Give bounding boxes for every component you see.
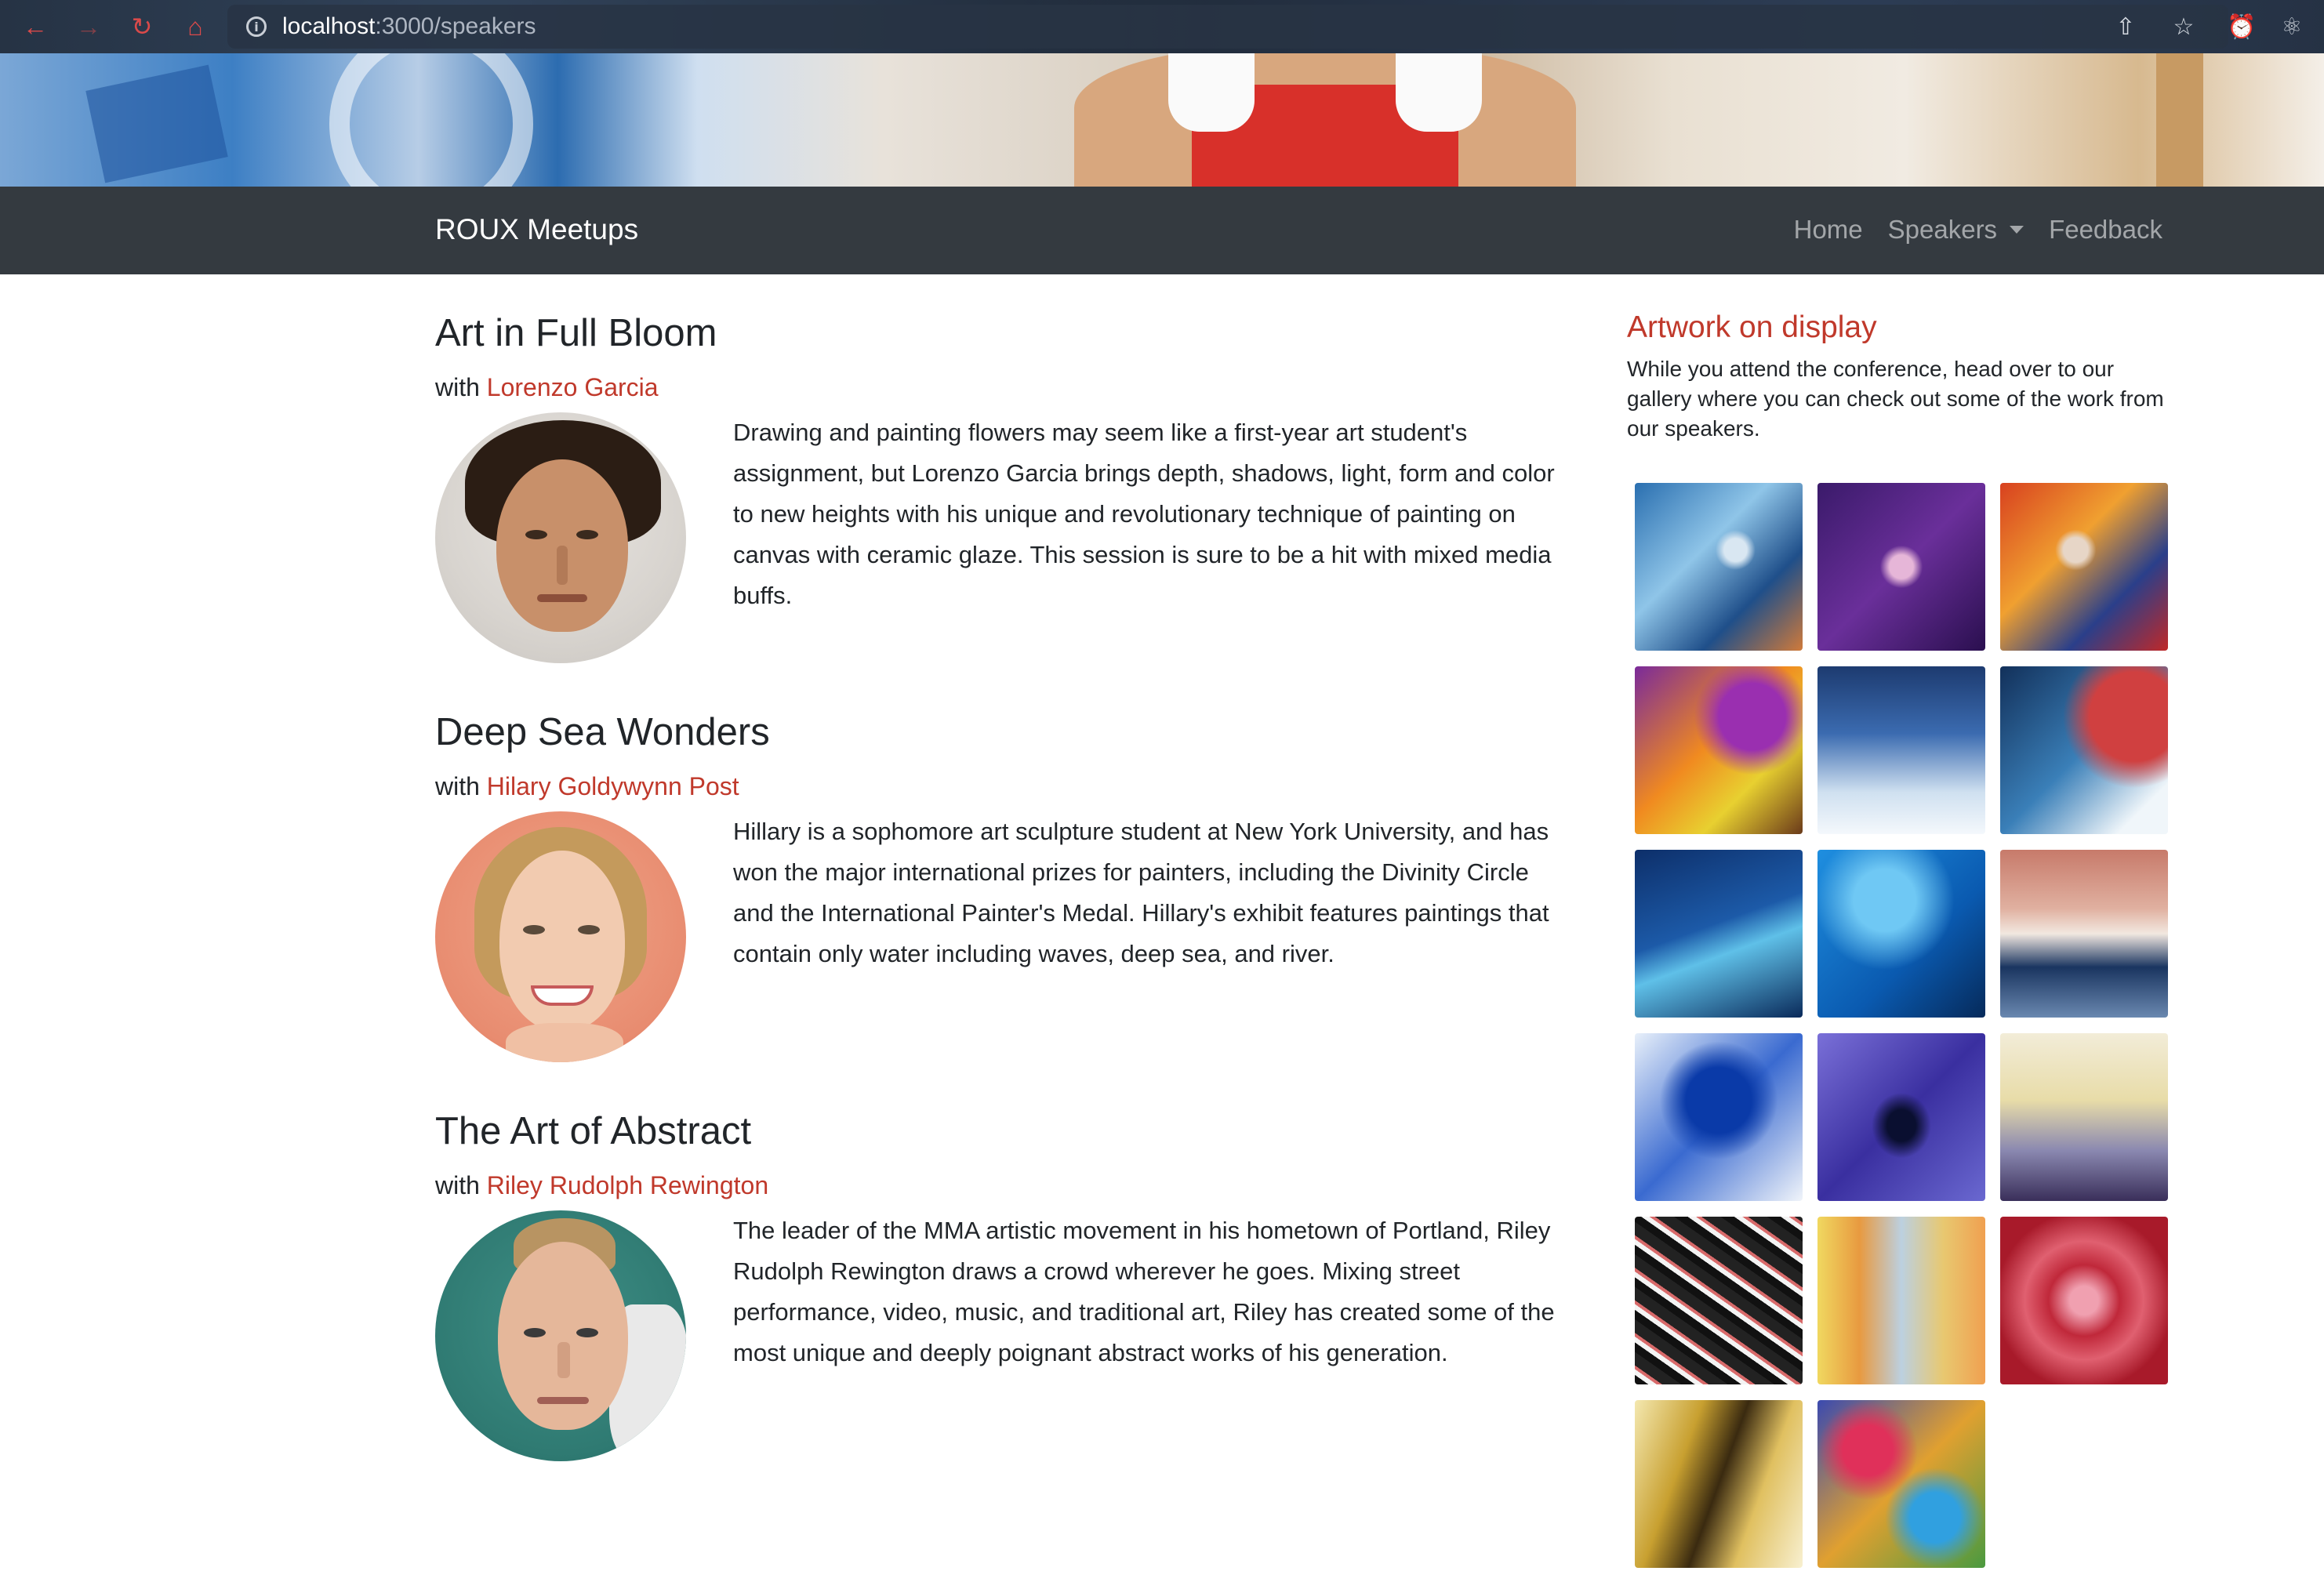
session-body: The leader of the MMA artistic movement …: [435, 1210, 1572, 1461]
artwork-thumbnail[interactable]: [2000, 666, 2168, 834]
hero-easel: [2156, 53, 2203, 187]
artwork-thumbnail[interactable]: [2000, 850, 2168, 1018]
bookmark-star-icon[interactable]: ☆: [2170, 13, 2197, 40]
home-icon[interactable]: ⌂: [182, 13, 209, 41]
with-label: with: [435, 373, 480, 401]
artwork-thumbnail[interactable]: [1817, 666, 1985, 834]
session-speaker-line: with Hilary Goldywynn Post: [435, 769, 1572, 804]
with-label: with: [435, 772, 480, 800]
url-text[interactable]: localhost:3000/speakers: [282, 13, 536, 40]
caret-down-icon: [2010, 226, 2024, 234]
react-extension-icon[interactable]: ⚛: [2279, 13, 2305, 40]
session-description: Hillary is a sophomore art sculpture stu…: [733, 818, 1549, 967]
alarm-extension-icon[interactable]: ⏰: [2227, 13, 2256, 40]
share-icon[interactable]: ⇧: [2112, 13, 2139, 40]
session-body: Hillary is a sophomore art sculpture stu…: [435, 811, 1572, 1062]
artwork-thumbnail[interactable]: [1635, 850, 1803, 1018]
site-info-icon[interactable]: i: [246, 16, 267, 37]
browser-nav-buttons: ← → ↻ ⌂: [22, 13, 209, 42]
session-title: Art in Full Bloom: [435, 312, 717, 354]
artwork-description: While you attend the conference, head ov…: [1627, 357, 2164, 441]
session-item: Art in Full Bloom with Lorenzo Garcia Dr…: [435, 306, 1572, 705]
session-speaker-line: with Riley Rudolph Rewington: [435, 1168, 1572, 1203]
artwork-title: Artwork on display: [1627, 310, 1877, 344]
nav-speakers-label: Speakers: [1887, 215, 1998, 244]
hero-art-shape: [85, 64, 228, 183]
session-item: Deep Sea Wonders with Hilary Goldywynn P…: [435, 705, 1572, 1104]
speaker-avatar[interactable]: [435, 412, 686, 663]
session-title: Deep Sea Wonders: [435, 711, 770, 753]
extensions-area: ⏰ ⚛: [2227, 13, 2305, 40]
artwork-thumbnail[interactable]: [1635, 1400, 1803, 1568]
artwork-thumbnail[interactable]: [2000, 483, 2168, 651]
back-icon[interactable]: ←: [22, 13, 49, 41]
nav-links: Home Speakers Feedback: [1794, 215, 2162, 245]
session-speaker-line: with Lorenzo Garcia: [435, 370, 1572, 405]
address-bar-actions: ⇧ ☆: [2112, 13, 2197, 40]
url-host: localhost: [282, 13, 376, 39]
artwork-thumbnail[interactable]: [1635, 483, 1803, 651]
artwork-thumbnail[interactable]: [2000, 1217, 2168, 1384]
nav-speakers-dropdown[interactable]: Speakers: [1888, 215, 2024, 245]
speaker-link[interactable]: Lorenzo Garcia: [487, 373, 659, 401]
session-description: The leader of the MMA artistic movement …: [733, 1217, 1555, 1366]
reload-icon[interactable]: ↻: [129, 13, 155, 41]
forward-icon[interactable]: →: [75, 13, 102, 41]
artwork-thumbnail[interactable]: [1635, 1033, 1803, 1201]
site-navbar: ROUX Meetups Home Speakers Feedback: [0, 187, 2324, 274]
artwork-thumbnail[interactable]: [1817, 850, 1985, 1018]
artwork-thumbnail[interactable]: [1817, 1033, 1985, 1201]
speaker-link[interactable]: Hilary Goldywynn Post: [487, 772, 739, 800]
with-label: with: [435, 1171, 480, 1199]
session-title: The Art of Abstract: [435, 1110, 752, 1152]
browser-toolbar: ← → ↻ ⌂ i localhost:3000/speakers ⇧ ☆ ⏰ …: [0, 0, 2324, 53]
nav-home-link[interactable]: Home: [1794, 215, 1863, 245]
artwork-thumbnail[interactable]: [1817, 1400, 1985, 1568]
hero-person-strap-right: [1396, 53, 1482, 132]
artwork-thumbnail[interactable]: [1635, 1217, 1803, 1384]
sessions-list: Art in Full Bloom with Lorenzo Garcia Dr…: [435, 306, 1572, 1503]
session-description: Drawing and painting flowers may seem li…: [733, 419, 1555, 609]
artwork-thumbnail[interactable]: [1817, 483, 1985, 651]
speaker-link[interactable]: Riley Rudolph Rewington: [487, 1171, 768, 1199]
address-bar[interactable]: i localhost:3000/speakers ⇧ ☆: [227, 5, 2228, 49]
speaker-avatar[interactable]: [435, 1210, 686, 1461]
artwork-gallery: [1635, 483, 2191, 1568]
url-path: :3000/speakers: [375, 13, 536, 39]
artwork-thumbnail[interactable]: [1635, 666, 1803, 834]
nav-feedback-link[interactable]: Feedback: [2049, 215, 2162, 245]
session-body: Drawing and painting flowers may seem li…: [435, 412, 1572, 663]
artwork-sidebar: Artwork on display While you attend the …: [1627, 306, 2191, 1568]
hero-art-circle: [329, 53, 533, 187]
session-item: The Art of Abstract with Riley Rudolph R…: [435, 1104, 1572, 1503]
hero-banner-image: [0, 53, 2324, 187]
hero-person-strap-left: [1168, 53, 1255, 132]
artwork-thumbnail[interactable]: [1817, 1217, 1985, 1384]
brand-logo[interactable]: ROUX Meetups: [435, 213, 638, 246]
artwork-thumbnail[interactable]: [2000, 1033, 2168, 1201]
speaker-avatar[interactable]: [435, 811, 686, 1062]
